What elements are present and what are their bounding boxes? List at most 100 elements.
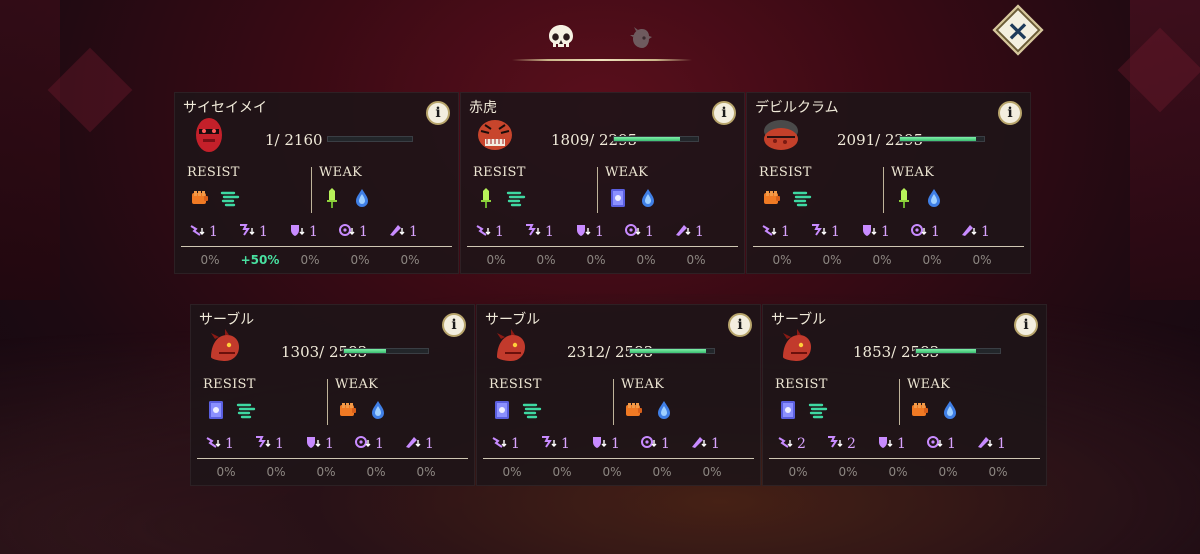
resist-icons	[205, 399, 257, 421]
debuff-percent: 0%	[938, 465, 958, 479]
separator	[483, 458, 754, 459]
debuff-stack: 2	[827, 435, 877, 453]
enemy-name: デビルクラム	[755, 100, 839, 116]
debuff-count: 1	[881, 224, 890, 240]
debuff-percent: 0%	[922, 253, 942, 267]
debuff-count: 1	[425, 436, 434, 452]
info-button[interactable]: i	[426, 101, 450, 125]
hp-bar	[629, 348, 715, 354]
hp-bar-fill	[900, 137, 977, 141]
hp-value: 1/ 2160	[265, 131, 323, 149]
debuff-percent-row: 0% +50% 0% 0% 0%	[185, 253, 435, 267]
crit-down-icon	[977, 435, 995, 453]
debuff-stack: 1	[691, 435, 741, 453]
debuff-count: 1	[781, 224, 790, 240]
def-down-icon	[305, 435, 323, 453]
debuff-stack: 1	[405, 435, 455, 453]
debuff-count: 1	[545, 224, 554, 240]
spd-down-icon	[255, 435, 273, 453]
spd-down-icon	[541, 435, 559, 453]
hp-bar	[899, 136, 985, 142]
hp-bar	[613, 136, 699, 142]
debuff-stack: 1	[675, 223, 725, 241]
crit-down-icon	[389, 223, 407, 241]
acc-down-icon	[355, 435, 373, 453]
debuff-count: 2	[847, 436, 856, 452]
debuff-count: 1	[595, 224, 604, 240]
debuff-count: 1	[225, 436, 234, 452]
debuff-row: 2 2 1 1 1	[777, 435, 1039, 453]
skull-icon	[549, 25, 573, 47]
hp-bar-fill	[344, 349, 386, 353]
fist-icon	[761, 187, 783, 209]
rune-book-icon	[205, 399, 227, 421]
debuff-count: 1	[375, 436, 384, 452]
debuff-stack: 1	[877, 435, 927, 453]
debuff-stack: 1	[575, 223, 625, 241]
weak-label: WEAK	[907, 377, 951, 392]
rune-book-icon	[607, 187, 629, 209]
tab-enemies[interactable]	[536, 18, 586, 60]
resist-label: RESIST	[775, 377, 828, 392]
debuff-percent: 0%	[366, 465, 386, 479]
debuff-count: 1	[711, 436, 720, 452]
debuff-percent-row: 0% 0% 0% 0% 0%	[757, 253, 1007, 267]
water-icon	[637, 187, 659, 209]
debuff-percent: 0%	[702, 465, 722, 479]
debuff-percent: 0%	[316, 465, 336, 479]
weak-label: WEAK	[891, 165, 935, 180]
enemy-card: 赤虎 i 1809/ 2295 RESIST WEAK 1 1 1 1 1 0% 0% 0% 0% 0%	[460, 92, 745, 274]
debuff-count: 1	[695, 224, 704, 240]
fist-icon	[337, 399, 359, 421]
def-down-icon	[289, 223, 307, 241]
tab-allies[interactable]	[616, 18, 666, 60]
red-mask-icon	[189, 115, 229, 155]
acc-down-icon	[339, 223, 357, 241]
debuff-percent: 0%	[602, 465, 622, 479]
debuff-percent: 0%	[350, 253, 370, 267]
enemy-name: 赤虎	[469, 100, 497, 116]
debuff-row: 1 1 1 1 1	[189, 223, 451, 241]
tab-underline	[512, 59, 692, 61]
debuff-count: 1	[661, 436, 670, 452]
info-button[interactable]: i	[442, 313, 466, 337]
debuff-count: 1	[511, 436, 520, 452]
crit-down-icon	[961, 223, 979, 241]
close-button[interactable]: ×	[992, 4, 1044, 56]
spd-down-icon	[827, 435, 845, 453]
debuff-percent: +50%	[240, 253, 280, 267]
debuff-percent: 0%	[552, 465, 572, 479]
debuff-row: 1 1 1 1 1	[205, 435, 467, 453]
debuff-count: 1	[897, 436, 906, 452]
separator	[181, 246, 452, 247]
rune-book-icon	[777, 399, 799, 421]
crit-down-icon	[675, 223, 693, 241]
info-button[interactable]: i	[1014, 313, 1038, 337]
debuff-stack: 1	[625, 223, 675, 241]
debuff-count: 1	[997, 436, 1006, 452]
weak-icons	[337, 399, 389, 421]
enemy-card: デビルクラム i 2091/ 2295 RESIST WEAK 1 1 1 1 1 0% 0% 0% 0%…	[746, 92, 1031, 274]
info-button[interactable]: i	[712, 101, 736, 125]
hp-bar	[327, 136, 413, 142]
crit-down-icon	[691, 435, 709, 453]
info-button[interactable]: i	[728, 313, 752, 337]
debuff-count: 1	[275, 436, 284, 452]
debuff-stack: 1	[239, 223, 289, 241]
debuff-stack: 1	[911, 223, 961, 241]
rune-book-icon	[491, 399, 513, 421]
debuff-percent: 0%	[266, 465, 286, 479]
hp-bar-fill	[916, 349, 977, 353]
weak-icons	[623, 399, 675, 421]
debuff-row: 1 1 1 1 1	[475, 223, 737, 241]
info-button[interactable]: i	[998, 101, 1022, 125]
debuff-stack: 1	[339, 223, 389, 241]
wind-icon	[219, 187, 241, 209]
resist-label: RESIST	[489, 377, 542, 392]
debuff-percent: 0%	[972, 253, 992, 267]
debuff-stack: 1	[255, 435, 305, 453]
debuff-percent-row: 0% 0% 0% 0% 0%	[471, 253, 721, 267]
atk-down-icon	[205, 435, 223, 453]
wind-icon	[505, 187, 527, 209]
hp-bar-fill	[630, 349, 706, 353]
